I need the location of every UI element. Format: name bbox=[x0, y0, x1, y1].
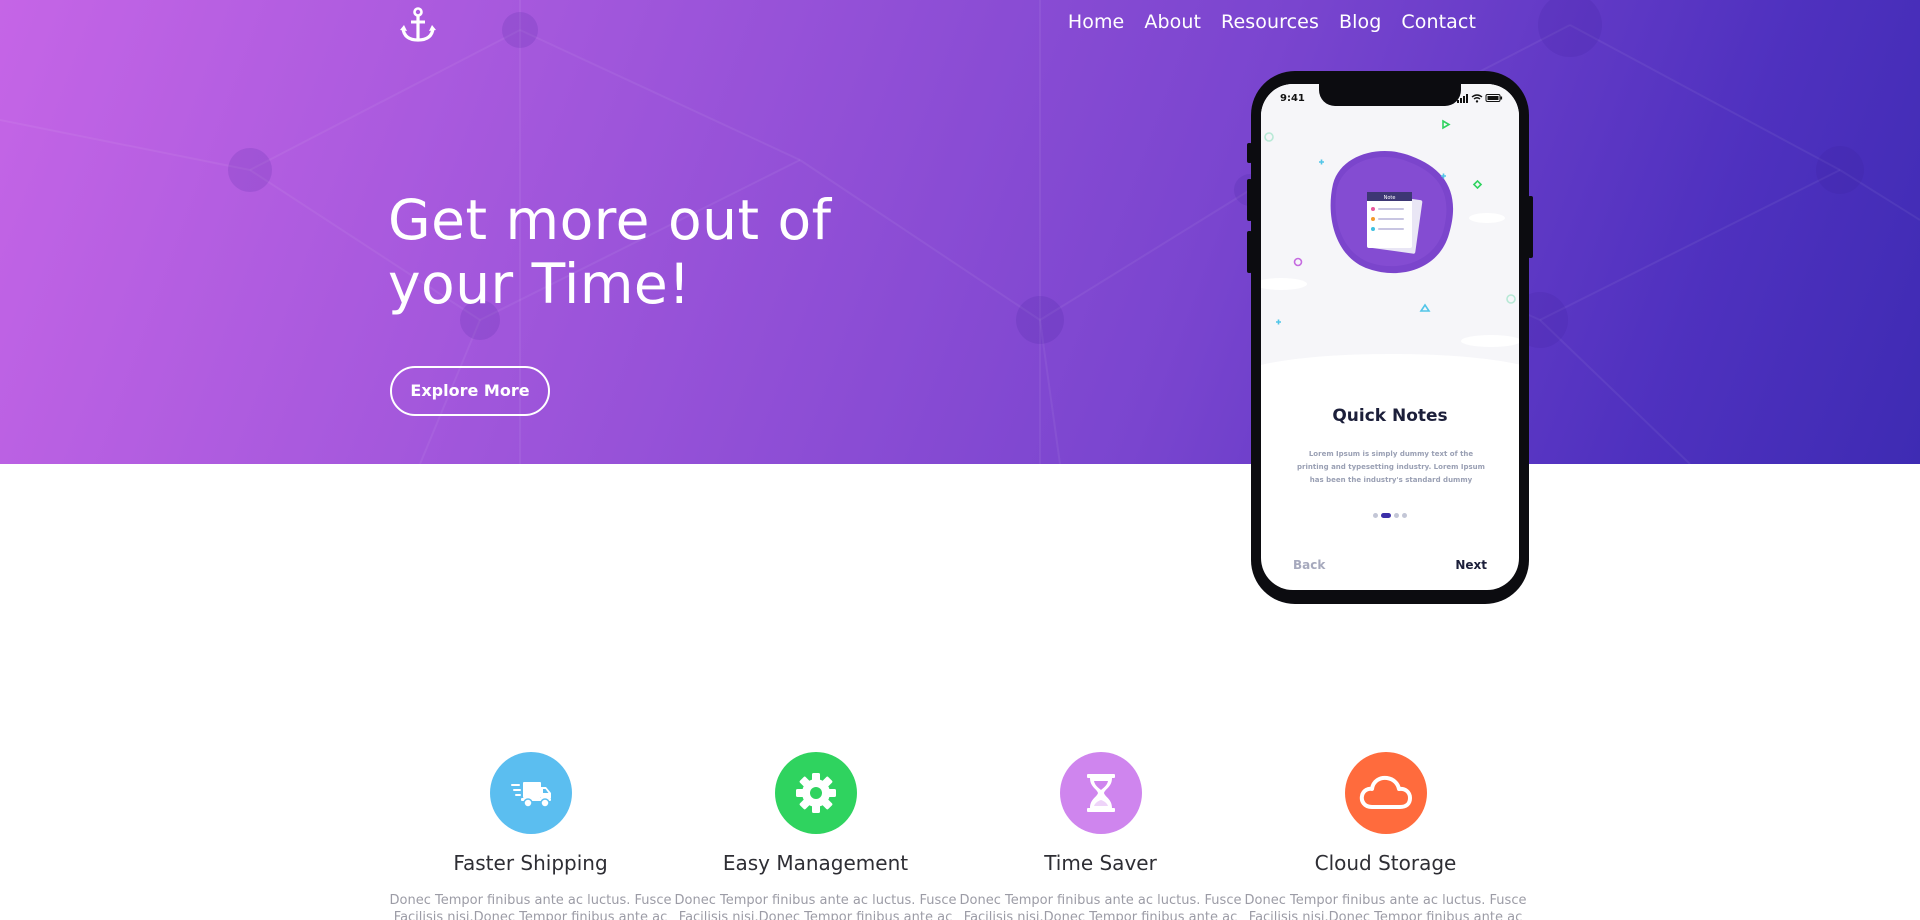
phone-mockup: Note 9:41 Quick Notes Lorem Ipsum is sim… bbox=[1247, 71, 1533, 604]
feature-title: Faster Shipping bbox=[453, 851, 608, 875]
anchor-icon[interactable] bbox=[398, 6, 438, 46]
onboarding-title: Quick Notes bbox=[1332, 406, 1448, 426]
nav-resources[interactable]: Resources bbox=[1221, 11, 1319, 33]
next-button[interactable]: Next bbox=[1455, 558, 1487, 572]
feature-description: Donec Tempor finibus ante ac luctus. Fus… bbox=[958, 892, 1243, 920]
hero-section: Home About Resources Blog Contact Get mo… bbox=[0, 0, 1920, 464]
feature-icon-circle bbox=[489, 752, 572, 834]
feature-description-line: Facilisis nisi.Donec Tempor finibus ante… bbox=[678, 910, 953, 920]
feature-description-line: Donec Tempor finibus ante ac luctus. Fus… bbox=[959, 893, 1242, 908]
feature-faster-shipping: Faster Shipping Donec Tempor finibus ant… bbox=[388, 752, 673, 920]
hourglass-icon bbox=[1086, 774, 1115, 812]
main-nav: Home About Resources Blog Contact bbox=[1068, 11, 1476, 33]
status-bar-time: 9:41 bbox=[1280, 93, 1305, 104]
feature-description-line: Facilisis nisi.Donec Tempor finibus ante… bbox=[1248, 910, 1523, 920]
feature-icon-circle bbox=[1344, 752, 1427, 834]
pagination-dot[interactable] bbox=[1394, 513, 1399, 518]
truck-icon bbox=[510, 782, 551, 808]
pagination-dot[interactable] bbox=[1402, 513, 1407, 518]
explore-more-button[interactable]: Explore More bbox=[390, 366, 550, 416]
feature-description-line: Donec Tempor finibus ante ac luctus. Fus… bbox=[1244, 893, 1527, 908]
phone-notch bbox=[1319, 84, 1461, 106]
cloud-icon bbox=[1359, 775, 1412, 809]
feature-description-line: Facilisis nisi.Donec Tempor finibus ante… bbox=[393, 910, 668, 920]
pagination-dot-active[interactable] bbox=[1381, 513, 1391, 518]
note-card-label: Note bbox=[1384, 195, 1396, 201]
feature-easy-management: Easy Management Donec Tempor finibus ant… bbox=[673, 752, 958, 920]
feature-title: Cloud Storage bbox=[1314, 851, 1457, 875]
hero-headline: Get more out of your Time! bbox=[388, 188, 908, 316]
feature-description: Donec Tempor finibus ante ac luctus. Fus… bbox=[1243, 892, 1528, 920]
phone-side-button bbox=[1247, 179, 1252, 221]
nav-blog[interactable]: Blog bbox=[1339, 11, 1381, 33]
hero-headline-line2: your Time! bbox=[388, 252, 691, 316]
feature-title: Easy Management bbox=[722, 851, 909, 875]
phone-side-button bbox=[1247, 231, 1252, 273]
phone-power-button bbox=[1528, 196, 1533, 258]
nav-about[interactable]: About bbox=[1144, 11, 1201, 33]
feature-title: Time Saver bbox=[1044, 851, 1157, 875]
notes-illustration: Note bbox=[1261, 119, 1519, 374]
feature-cloud-storage: Cloud Storage Donec Tempor finibus ante … bbox=[1243, 752, 1528, 920]
feature-time-saver: Time Saver Donec Tempor finibus ante ac … bbox=[958, 752, 1243, 920]
hero-headline-line1: Get more out of bbox=[388, 188, 832, 252]
pagination-dots bbox=[1261, 513, 1519, 518]
pagination-dot[interactable] bbox=[1373, 513, 1378, 518]
back-button[interactable]: Back bbox=[1293, 558, 1325, 572]
phone-side-button bbox=[1247, 143, 1252, 163]
nav-home[interactable]: Home bbox=[1068, 11, 1125, 33]
feature-description-line: Donec Tempor finibus ante ac luctus. Fus… bbox=[389, 893, 672, 908]
features-section: Faster Shipping Donec Tempor finibus ant… bbox=[388, 752, 1528, 920]
hero-network-pattern bbox=[0, 0, 1920, 464]
landing-page: Home About Resources Blog Contact Get mo… bbox=[0, 0, 1920, 920]
nav-contact[interactable]: Contact bbox=[1401, 11, 1476, 33]
phone-screen: Note 9:41 Quick Notes Lorem Ipsum is sim… bbox=[1261, 84, 1519, 590]
feature-description-line: Donec Tempor finibus ante ac luctus. Fus… bbox=[674, 893, 957, 908]
feature-description: Donec Tempor finibus ante ac luctus. Fus… bbox=[673, 892, 958, 920]
feature-icon-circle bbox=[774, 752, 857, 834]
feature-description: Donec Tempor finibus ante ac luctus. Fus… bbox=[388, 892, 673, 920]
feature-icon-circle bbox=[1059, 752, 1142, 834]
onboarding-description: Lorem Ipsum is simply dummy text of the … bbox=[1297, 450, 1485, 484]
feature-description-line: Facilisis nisi.Donec Tempor finibus ante… bbox=[963, 910, 1238, 920]
status-bar-icons bbox=[1457, 94, 1503, 103]
gear-icon bbox=[795, 773, 836, 813]
